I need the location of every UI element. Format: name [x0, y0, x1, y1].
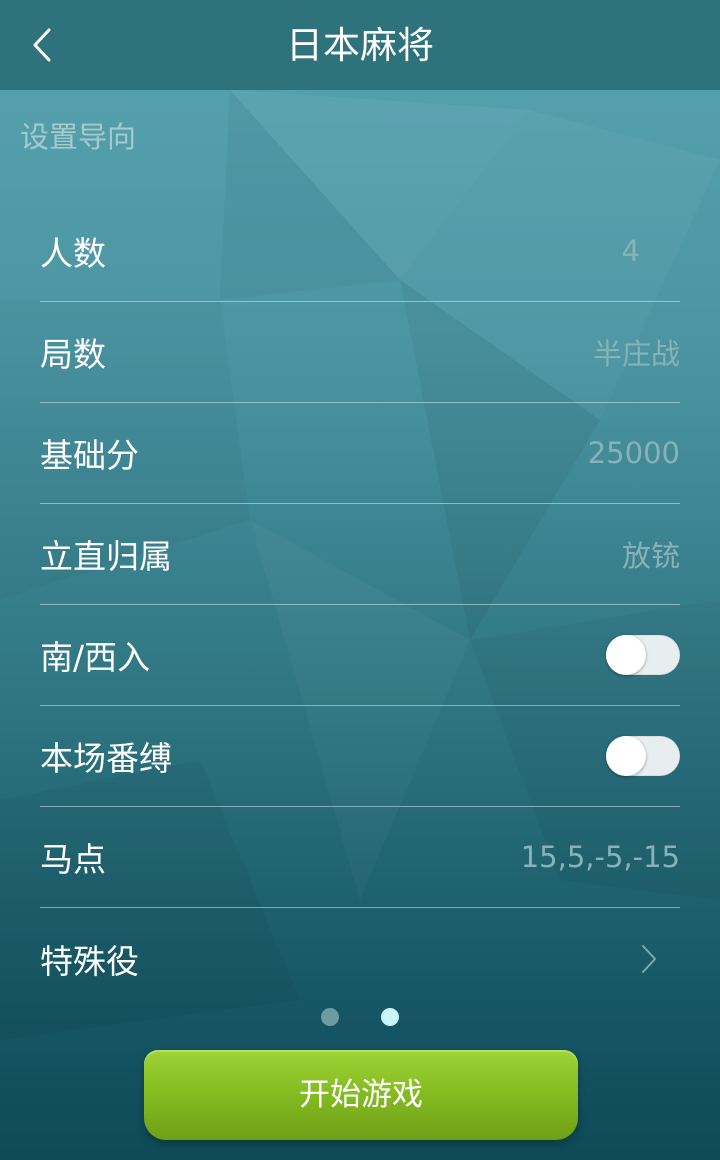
setting-row-base-score[interactable]: 基础分 25000 — [40, 403, 680, 504]
setting-value: 放铳 — [621, 539, 680, 573]
toggle-knob — [606, 635, 646, 675]
page-dot-1[interactable] — [321, 1008, 339, 1026]
setting-row-riichi-ownership[interactable]: 立直归属 放铳 — [40, 504, 680, 605]
start-game-button[interactable]: 开始游戏 — [144, 1050, 578, 1140]
setting-label: 特殊役 — [40, 941, 139, 981]
settings-list: 人数 4 局数 半庄战 基础分 25000 立直归属 放铳 南/西入 本场番缚 — [40, 201, 680, 1009]
settings-screen: 日本麻将 设置导向 人数 4 局数 半庄战 基础分 25000 立直归属 放铳 … — [0, 0, 720, 1160]
page-dot-2-active[interactable] — [381, 1008, 399, 1026]
page-title: 日本麻将 — [286, 24, 434, 67]
setting-label: 马点 — [40, 840, 106, 879]
page-indicator — [0, 1008, 720, 1028]
setting-label: 南/西入 — [40, 638, 151, 677]
setting-label: 局数 — [40, 335, 106, 374]
section-label: 设置导向 — [20, 120, 137, 154]
south-west-entry-toggle[interactable] — [606, 635, 680, 675]
header-bar: 日本麻将 — [0, 0, 720, 90]
setting-value: 15,5,-5,-15 — [520, 840, 680, 874]
setting-label: 本场番缚 — [40, 739, 172, 778]
setting-value: 半庄战 — [592, 337, 680, 371]
setting-label: 立直归属 — [40, 537, 172, 576]
setting-label: 人数 — [40, 234, 106, 273]
setting-value: 25000 — [587, 436, 680, 470]
chevron-right-icon — [634, 939, 664, 979]
setting-row-special-yaku[interactable]: 特殊役 — [40, 908, 680, 1009]
setting-row-rounds[interactable]: 局数 半庄战 — [40, 302, 680, 403]
honba-restriction-toggle[interactable] — [606, 736, 680, 776]
setting-row-south-west-entry: 南/西入 — [40, 605, 680, 706]
setting-value: 4 — [621, 234, 640, 268]
toggle-knob — [606, 736, 646, 776]
setting-row-players[interactable]: 人数 4 — [40, 201, 680, 302]
setting-label: 基础分 — [40, 436, 139, 475]
setting-row-honba-restriction: 本场番缚 — [40, 706, 680, 807]
setting-row-uma-points[interactable]: 马点 15,5,-5,-15 — [40, 807, 680, 908]
